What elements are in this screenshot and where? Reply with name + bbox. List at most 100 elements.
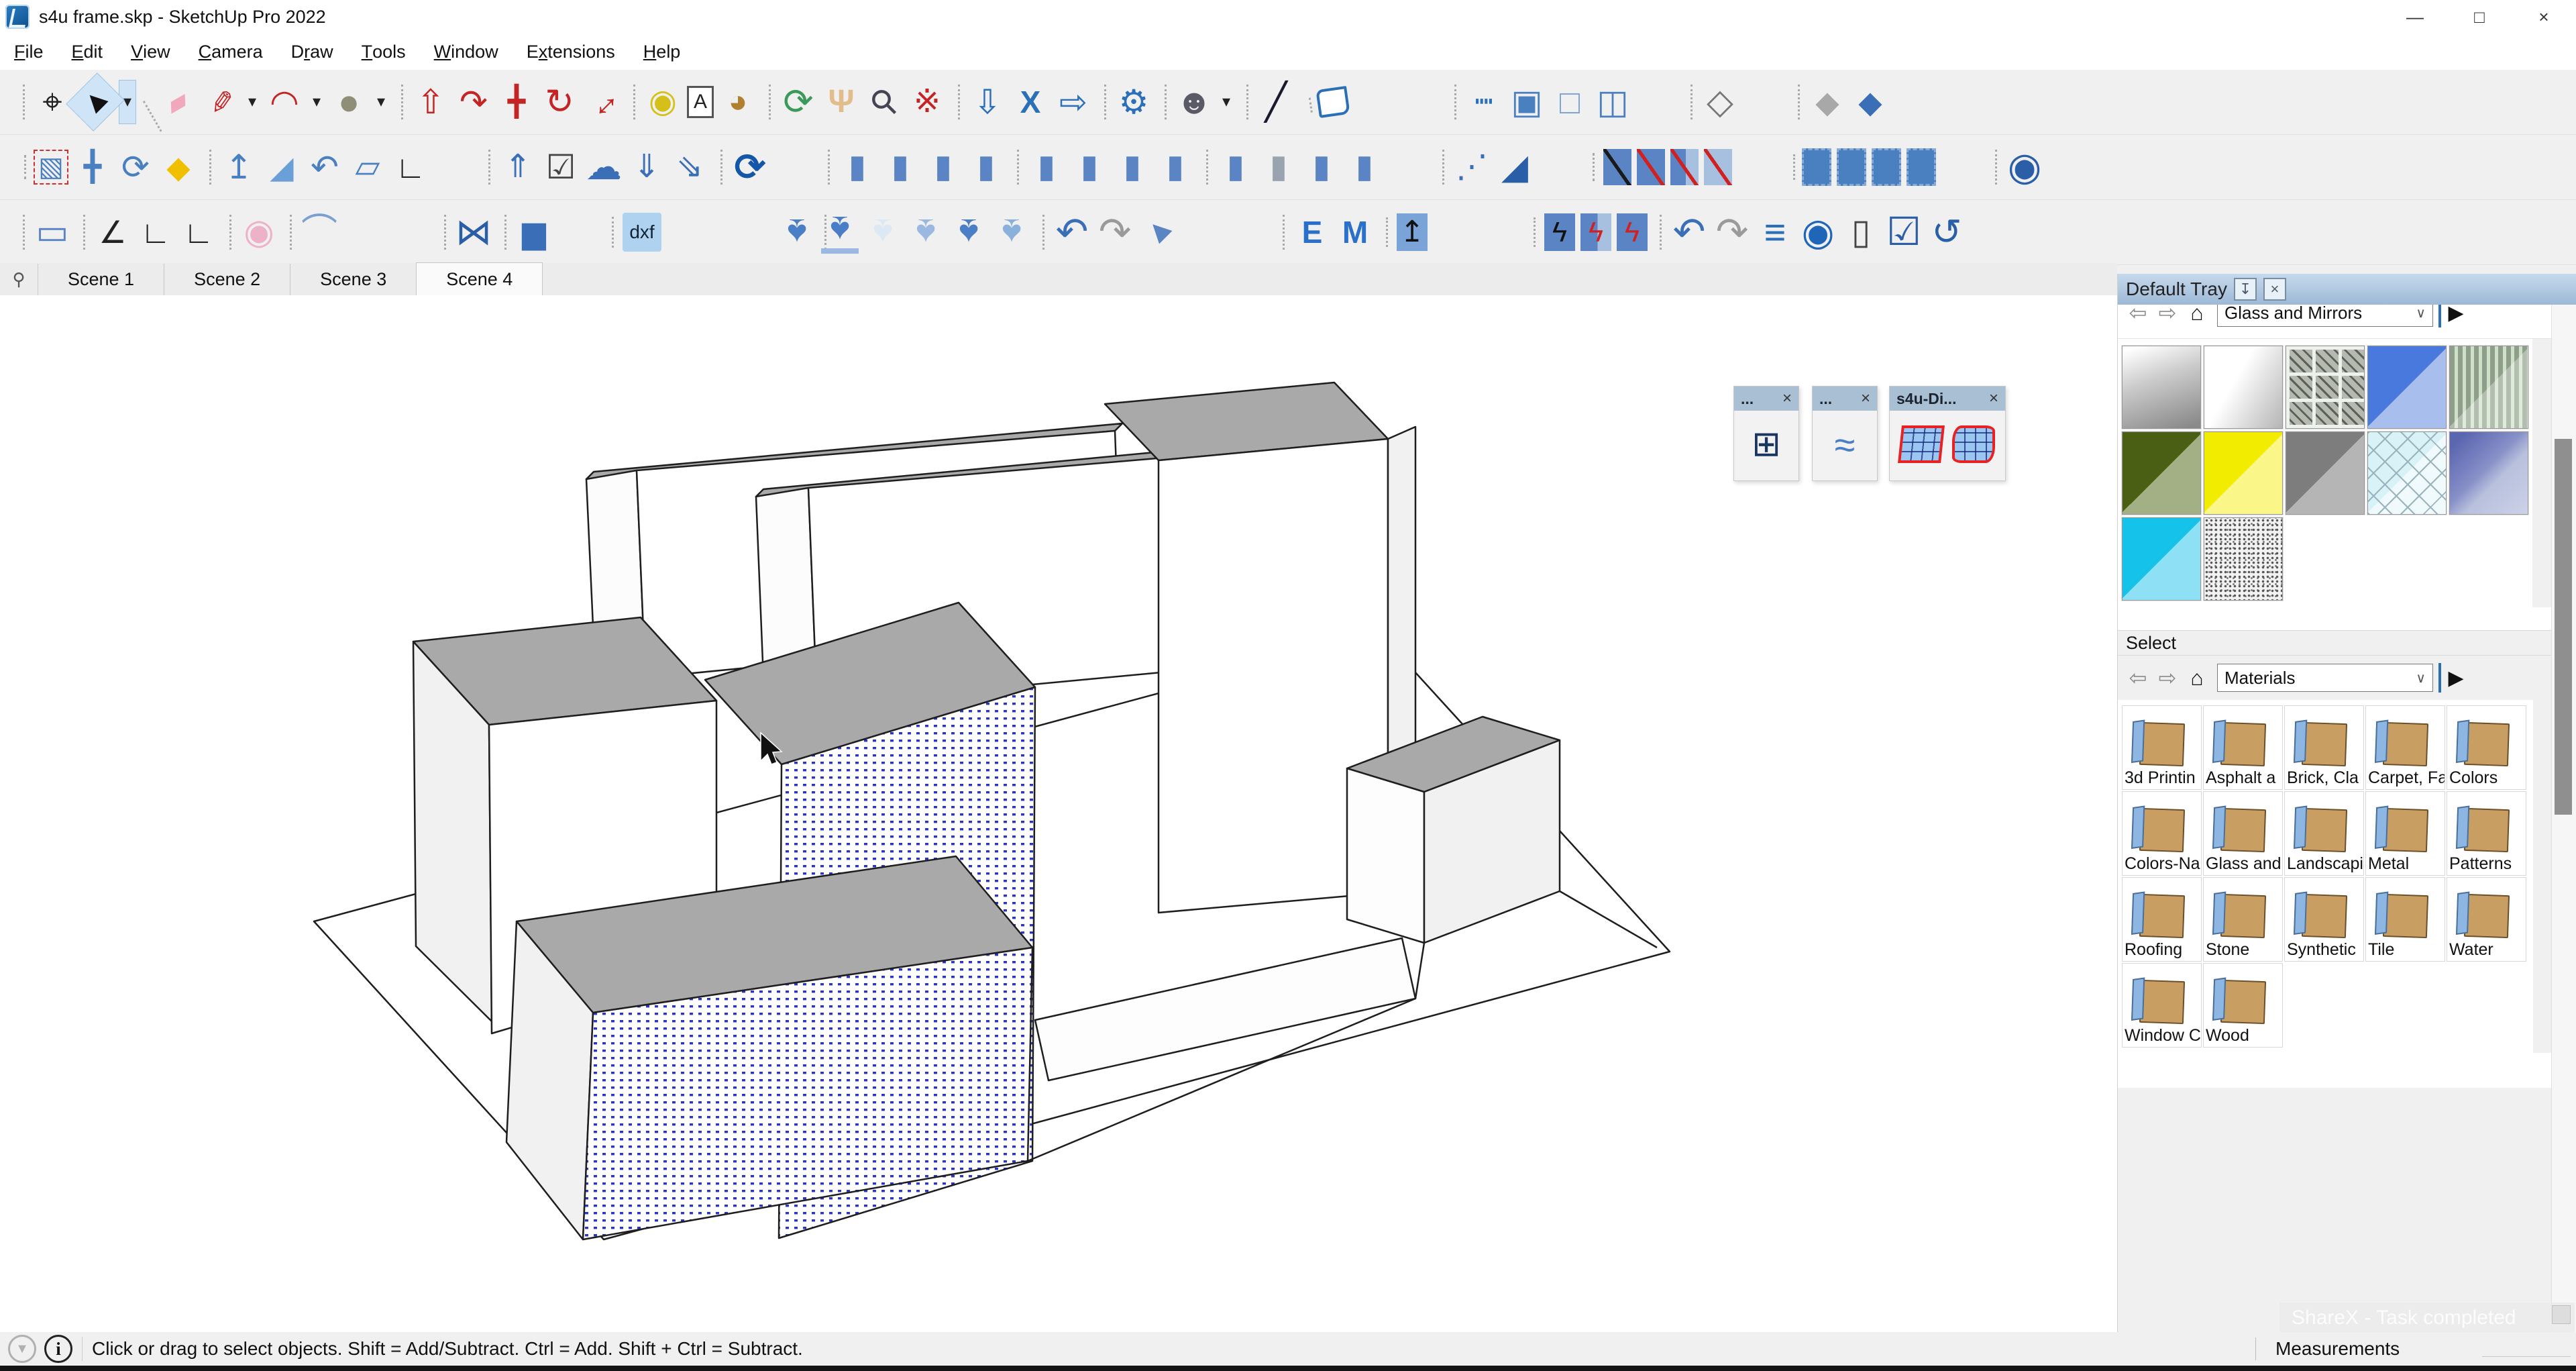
material-folder[interactable]: Asphalt a [2203, 705, 2283, 790]
s4u-small-prism-icon[interactable]: ▮ [1303, 146, 1340, 189]
pencil-line-icon[interactable]: ╱ [1246, 81, 1295, 123]
bezier-curve-icon[interactable]: ⌒ [290, 211, 338, 254]
drop-light-icon[interactable]: ♠ [864, 211, 902, 254]
drop-axis-icon[interactable]: ♠ [950, 211, 987, 254]
extrude-up-icon[interactable]: ↥ [1386, 213, 1428, 251]
pan-icon[interactable]: Ψ [822, 81, 860, 123]
rotate-axis-2-icon[interactable]: ∟ [137, 211, 174, 254]
material-replace-gray-icon[interactable]: ◆ [1798, 81, 1846, 123]
rotate-axis-3-icon[interactable]: ∟ [180, 211, 217, 254]
select-bar-cursor-icon[interactable]: ┉ [1454, 81, 1503, 123]
cut-red-half-icon[interactable] [1670, 149, 1699, 185]
zoom-extents-icon[interactable]: ※ [908, 81, 946, 123]
drop-half-icon[interactable]: ♠ [907, 211, 945, 254]
scene-tab[interactable]: Scene 3 [290, 264, 417, 295]
material-glass-block[interactable] [2285, 345, 2365, 429]
account-icon[interactable]: ☻ [1165, 81, 1213, 123]
palette-2-close-icon[interactable]: × [1861, 389, 1870, 408]
cut-red-dash-icon[interactable] [1704, 149, 1732, 185]
material-folder[interactable]: 3d Printin [2122, 705, 2202, 790]
eraser-icon[interactable]: ▰ [150, 74, 204, 130]
material-glass-green-stripes[interactable] [2449, 345, 2529, 429]
raise-align-icon[interactable]: ↥ [209, 146, 258, 189]
menu-item[interactable]: View [117, 34, 184, 70]
materials-details-icon[interactable]: ▶ [2438, 305, 2471, 327]
select-back-icon[interactable]: ⇦ [2123, 663, 2153, 693]
overlap-solid-icon[interactable]: ◫ [1594, 81, 1631, 123]
close-button[interactable]: × [2512, 0, 2576, 34]
select-forward-icon[interactable]: ⇨ [2153, 663, 2182, 693]
axis-reset-icon[interactable]: ∟ [392, 146, 429, 189]
zoom-icon[interactable]: ⚲ [856, 74, 913, 131]
divide-curved-grid-icon[interactable] [1952, 425, 1995, 463]
s4u-axis-icon[interactable]: ▮ [967, 146, 1005, 189]
material-glass-yellow[interactable] [2203, 431, 2284, 515]
undo-scale-icon[interactable]: ↶ [306, 146, 343, 189]
rect-outline-icon[interactable]: ▯ [1842, 211, 1880, 254]
frame-fill-2-icon[interactable] [1837, 148, 1866, 186]
scene-tab[interactable]: Scene 4 [416, 262, 543, 295]
model-viewport[interactable]: ... × ⊞ ... × ≈ s4u-Di... × [0, 295, 2117, 1332]
line-caret-icon[interactable]: ▾ [244, 81, 260, 123]
s4u-gray-prism-icon[interactable]: ▮ [1260, 146, 1297, 189]
menu-item[interactable]: Edit [58, 34, 117, 70]
info-icon[interactable]: i [44, 1335, 72, 1363]
material-folder[interactable]: Brick, Cla [2284, 705, 2364, 790]
undo-icon[interactable]: ↶ [1042, 211, 1091, 254]
material-speckle-frost[interactable] [2203, 517, 2284, 601]
cut-red-icon[interactable] [1637, 149, 1665, 185]
slope-align-icon[interactable]: ◢ [263, 146, 301, 189]
arc-tool-icon[interactable]: ◠ [266, 81, 303, 123]
materials-forward-icon[interactable]: ⇨ [2153, 305, 2182, 327]
redo-alt-icon[interactable]: ↷ [1713, 211, 1751, 254]
material-replace-blue-icon[interactable]: ◆ [1851, 81, 1889, 123]
material-clouds[interactable] [2449, 431, 2529, 515]
validate-icon[interactable]: ☑ [542, 146, 580, 189]
s4u-point-icon[interactable]: ▮ [828, 146, 876, 189]
tray-scrollbar[interactable] [2551, 305, 2576, 1332]
followme-icon[interactable]: ↷ [455, 81, 492, 123]
rotate-tool-icon[interactable]: ↻ [541, 81, 578, 123]
zigzag-black-icon[interactable]: ϟ [1534, 213, 1575, 251]
redo-icon[interactable]: ↷ [1096, 211, 1134, 254]
s4u-diamond-icon[interactable]: ▮ [1071, 146, 1108, 189]
circle-fill-icon[interactable]: ◉ [1799, 211, 1837, 254]
s4u-select-face-icon[interactable]: ▮ [1017, 146, 1065, 189]
box-export-icon[interactable]: ⇘ [671, 146, 708, 189]
text-tool-icon[interactable]: A [687, 86, 714, 118]
zigzag-red2-icon[interactable]: ϟ [1617, 213, 1648, 251]
dxf-icon[interactable]: dxf [612, 213, 661, 252]
mid-icon[interactable]: M [1336, 211, 1374, 254]
tray-header[interactable]: Default Tray ↧ × [2118, 274, 2576, 305]
menu-item[interactable]: Camera [184, 34, 277, 70]
tray-close-icon[interactable]: × [2263, 278, 2286, 301]
polygon-tool-icon[interactable] [1316, 86, 1350, 118]
waves-icon[interactable]: ≈ [1835, 423, 1856, 466]
arc-caret-icon[interactable]: ▾ [309, 81, 325, 123]
stairs-icon[interactable]: ⋰ [1442, 146, 1491, 189]
menu-item[interactable]: Dr aw [277, 34, 347, 70]
orbit-icon[interactable]: ⟳ [769, 81, 817, 123]
measurements-input[interactable] [2482, 1356, 2571, 1357]
s4u-select-prism-icon[interactable]: ▮ [1346, 146, 1383, 189]
material-folder[interactable]: Window C [2122, 963, 2202, 1048]
rotate-copies-icon[interactable]: ⟳ [117, 146, 154, 189]
edge-icon[interactable]: E [1283, 211, 1331, 254]
material-folder[interactable]: Colors-Na [2122, 791, 2202, 876]
shape-caret-icon[interactable]: ▾ [373, 81, 389, 123]
material-folder[interactable]: Roofing [2122, 877, 2202, 962]
overlap-dashed-icon[interactable]: □ [1551, 81, 1589, 123]
tray-scrollbar-thumb[interactable] [2555, 439, 2572, 815]
material-lattice[interactable] [2367, 431, 2447, 515]
material-glass-olive[interactable] [2121, 431, 2202, 515]
select-collection-dropdown[interactable]: Materials ∨ [2217, 664, 2433, 692]
layers-icon[interactable]: ≡ [1756, 211, 1794, 254]
render-lens-icon[interactable]: ◉ [1995, 146, 2043, 189]
s4u-rect-axis-icon[interactable]: ▮ [1114, 146, 1151, 189]
select-section-header[interactable]: Select [2118, 630, 2576, 656]
soften-edges-icon[interactable]: ◉ [229, 211, 278, 254]
material-folder[interactable]: Wood [2203, 963, 2283, 1048]
menu-item[interactable]: File [0, 34, 58, 70]
material-folder[interactable]: Glass and [2203, 791, 2283, 876]
line-tool-icon[interactable]: ✎ [196, 80, 245, 124]
